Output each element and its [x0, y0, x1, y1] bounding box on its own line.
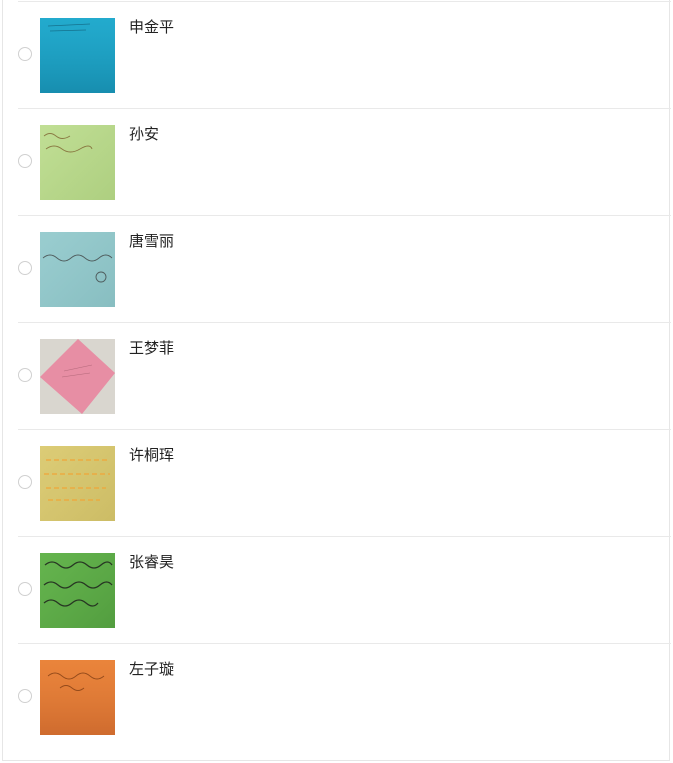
list-item[interactable]: 唐雪丽 [18, 215, 671, 322]
candidate-name: 王梦菲 [129, 339, 175, 357]
radio-button[interactable] [18, 47, 32, 61]
candidate-list-panel: 申金平 孙安 唐雪丽 王梦菲 许桐珲 张睿昊 左子璇 [2, 0, 671, 761]
candidate-name: 左子璇 [129, 660, 175, 678]
sticky-note-image [40, 446, 115, 521]
sticky-note-image [40, 339, 115, 414]
list-item[interactable]: 张睿昊 [18, 536, 671, 643]
radio-button[interactable] [18, 261, 32, 275]
candidate-name: 张睿昊 [129, 553, 175, 571]
candidate-list: 申金平 孙安 唐雪丽 王梦菲 许桐珲 张睿昊 左子璇 [18, 0, 671, 750]
list-item[interactable]: 孙安 [18, 108, 671, 215]
list-item[interactable]: 许桐珲 [18, 429, 671, 536]
sticky-note-image [40, 553, 115, 628]
sticky-note-image [40, 18, 115, 93]
sticky-note-image [40, 660, 115, 735]
list-item[interactable]: 王梦菲 [18, 322, 671, 429]
candidate-name: 孙安 [129, 125, 160, 143]
list-item[interactable]: 左子璇 [18, 643, 671, 750]
candidate-name: 许桐珲 [129, 446, 175, 464]
radio-button[interactable] [18, 154, 32, 168]
radio-button[interactable] [18, 582, 32, 596]
list-item[interactable]: 申金平 [18, 1, 671, 108]
radio-button[interactable] [18, 475, 32, 489]
radio-button[interactable] [18, 689, 32, 703]
radio-button[interactable] [18, 368, 32, 382]
sticky-note-image [40, 232, 115, 307]
candidate-name: 唐雪丽 [129, 232, 175, 250]
sticky-note-image [40, 125, 115, 200]
candidate-name: 申金平 [129, 18, 175, 36]
